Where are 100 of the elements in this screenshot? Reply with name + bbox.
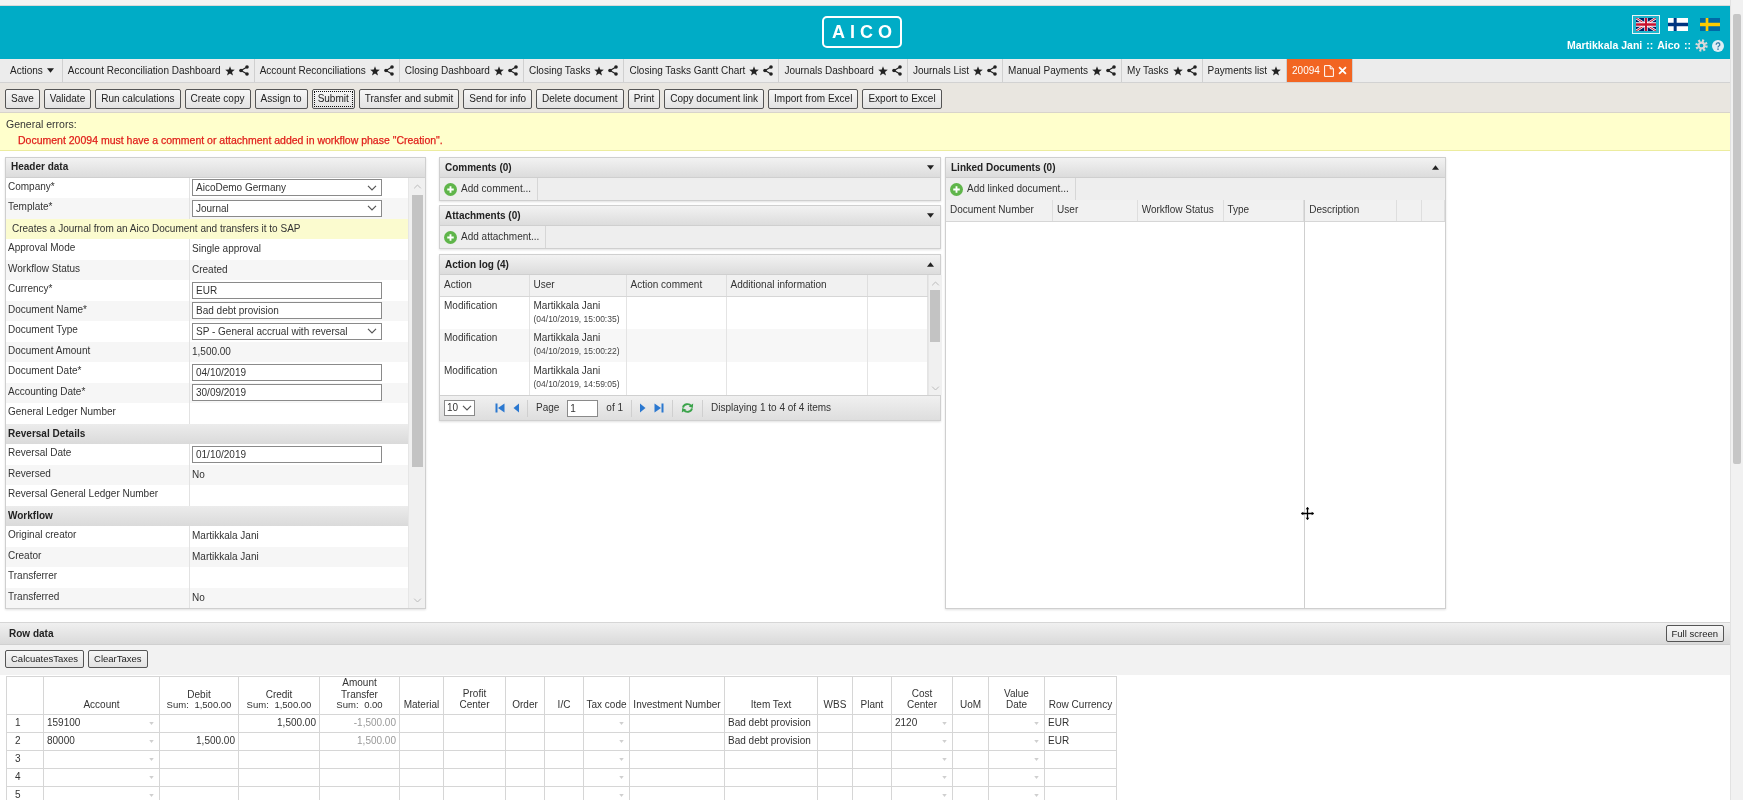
collapse-arrow-icon[interactable] (927, 262, 934, 267)
column-header[interactable]: Credit Sum: 1,500.00 (238, 676, 320, 715)
toolbar-button[interactable]: Delete document (536, 89, 624, 109)
collapse-arrow-icon[interactable] (1432, 165, 1439, 170)
star-icon[interactable] (224, 65, 235, 76)
page-input[interactable]: 1 (567, 399, 599, 417)
toolbar-button[interactable]: Save (5, 89, 40, 109)
table-cell[interactable]: EUR (1044, 732, 1117, 751)
last-page-icon[interactable] (654, 403, 665, 413)
column-header[interactable]: Item Text (724, 676, 818, 715)
column-header[interactable]: Account (43, 676, 160, 715)
close-icon[interactable] (1337, 66, 1347, 75)
column-header[interactable]: Material (399, 676, 444, 715)
grid-button[interactable]: CalcuatesTaxes (5, 650, 85, 668)
chevron-down-icon[interactable] (462, 405, 472, 411)
column-header[interactable]: Amount Transfer Sum: 0.00 (319, 676, 400, 715)
input-field[interactable]: 04/10/2019 (192, 363, 382, 381)
star-icon[interactable] (594, 65, 605, 76)
column-header[interactable]: Profit Center (443, 676, 506, 715)
table-cell[interactable]: Bad debt provision (724, 732, 818, 751)
star-icon[interactable] (973, 65, 984, 76)
column-header[interactable]: Tax code (583, 676, 630, 715)
column-header[interactable]: UoM (952, 676, 989, 715)
share-icon[interactable] (507, 65, 518, 76)
full-screen-button[interactable]: Full screen (1665, 625, 1724, 642)
next-page-icon[interactable] (640, 403, 647, 413)
scrollbar-thumb[interactable] (411, 194, 423, 467)
column-header[interactable]: Order (505, 676, 545, 715)
expand-arrow-icon[interactable] (927, 213, 934, 218)
toolbar-button[interactable]: Assign to (254, 89, 308, 109)
star-icon[interactable] (369, 65, 380, 76)
star-icon[interactable] (1092, 65, 1103, 76)
document-icon[interactable] (1323, 64, 1334, 77)
select-field[interactable]: Journal (192, 199, 382, 217)
table-cell[interactable]: 1,500.00 (238, 714, 320, 733)
scrollbar-thumb[interactable] (1733, 14, 1741, 464)
column-header[interactable]: Plant (852, 676, 892, 715)
table-cell[interactable]: 1,500.00 (159, 732, 239, 751)
column-header[interactable]: Row Currency (1044, 676, 1117, 715)
vertical-scrollbar[interactable] (408, 177, 425, 608)
scrollbar-thumb[interactable] (930, 290, 940, 342)
column-header[interactable]: WBS (817, 676, 853, 715)
toolbar-button[interactable]: Validate (43, 89, 92, 109)
help-icon[interactable] (1712, 39, 1724, 52)
page-scrollbar[interactable] (1730, 0, 1743, 800)
refresh-icon[interactable] (681, 402, 695, 414)
star-icon[interactable] (1172, 65, 1183, 76)
column-header[interactable]: Additional information (726, 275, 867, 296)
column-header[interactable]: Workflow Status (1137, 200, 1223, 221)
star-icon[interactable] (749, 65, 760, 76)
share-icon[interactable] (763, 65, 774, 76)
share-icon[interactable] (238, 65, 249, 76)
cell-value[interactable]: 159100 (47, 717, 81, 729)
cell-value[interactable]: 80000 (47, 735, 75, 747)
column-header[interactable]: Document Number (946, 200, 1053, 221)
share-icon[interactable] (608, 65, 619, 76)
toolbar-button[interactable]: Submit (311, 89, 355, 109)
toolbar-button[interactable]: Print (627, 89, 661, 109)
first-page-icon[interactable] (495, 403, 505, 413)
column-header[interactable]: I/C (544, 676, 584, 715)
share-icon[interactable] (383, 65, 394, 76)
toolbar-button[interactable]: Send for info (463, 89, 533, 109)
share-icon[interactable] (891, 65, 902, 76)
toolbar-button[interactable]: Transfer and submit (358, 89, 460, 109)
table-cell[interactable]: EUR (1044, 714, 1117, 733)
column-header[interactable]: Action (440, 275, 529, 296)
uk-flag-icon[interactable] (1632, 15, 1660, 34)
toolbar-button[interactable]: Create copy (184, 89, 251, 109)
column-header[interactable]: Debit Sum: 1,500.00 (159, 676, 239, 715)
column-header[interactable]: Description (1305, 200, 1397, 221)
chevron-down-icon[interactable] (367, 184, 377, 191)
input-field[interactable]: 01/10/2019 (192, 445, 382, 463)
share-icon[interactable] (1106, 65, 1117, 76)
previous-page-icon[interactable] (513, 403, 519, 413)
column-header[interactable]: User (529, 275, 626, 296)
chevron-down-icon[interactable] (367, 205, 377, 212)
toolbar-button[interactable]: Copy document link (664, 89, 765, 109)
toolbar-button[interactable]: Run calculations (95, 89, 181, 109)
column-header[interactable]: Value Date (988, 676, 1045, 715)
settings-icon[interactable] (1695, 39, 1708, 52)
input-field[interactable]: EUR (192, 281, 382, 299)
add-button[interactable]: Add comment... (440, 178, 539, 200)
star-icon[interactable] (1271, 65, 1282, 76)
column-header[interactable]: Action comment (626, 275, 726, 296)
star-icon[interactable] (877, 65, 888, 76)
select-field[interactable]: SP - General accrual with reversal (192, 322, 382, 340)
share-icon[interactable] (987, 65, 998, 76)
chevron-down-icon[interactable] (367, 328, 377, 335)
grid-button[interactable]: ClearTaxes (88, 650, 148, 668)
toolbar-button[interactable]: Import from Excel (768, 89, 859, 109)
share-icon[interactable] (1186, 65, 1197, 76)
select-field[interactable]: AicoDemo Germany (192, 179, 382, 197)
expand-arrow-icon[interactable] (927, 165, 934, 170)
page-size-select[interactable]: 10 (444, 400, 475, 416)
column-header[interactable]: Type (1223, 200, 1304, 221)
column-header[interactable]: Cost Center (891, 676, 953, 715)
toolbar-button[interactable]: Export to Excel (862, 89, 942, 109)
column-header[interactable]: User (1052, 200, 1138, 221)
input-field[interactable]: 30/09/2019 (192, 384, 382, 402)
column-header[interactable]: Investment Number (629, 676, 725, 715)
